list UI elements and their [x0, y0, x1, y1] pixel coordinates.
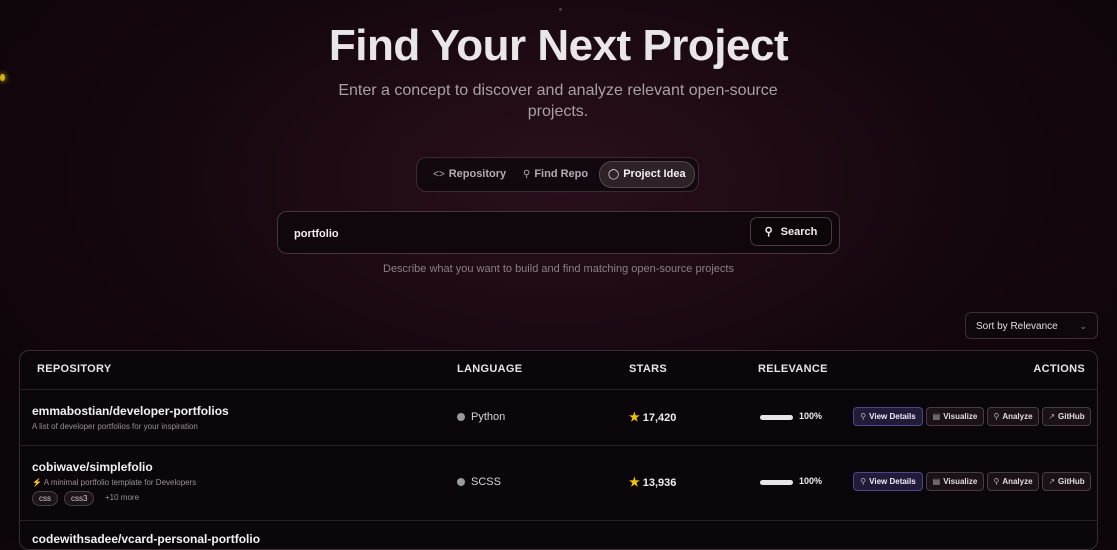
- sort-select[interactable]: Sort by Relevance ⌄: [965, 312, 1098, 339]
- search-icon: ⚲: [523, 169, 531, 180]
- more-tags[interactable]: +10 more: [105, 493, 139, 502]
- search-icon: ⚲: [860, 477, 867, 486]
- action-label: Analyze: [1002, 477, 1033, 486]
- header-stars: STARS: [629, 363, 667, 375]
- visualize-button[interactable]: ▤ Visualize: [926, 407, 984, 426]
- language-dot: [457, 478, 465, 486]
- action-label: GitHub: [1058, 477, 1085, 486]
- table-row: emmabostian/developer-portfolios A list …: [20, 390, 1097, 445]
- table-row: cobiwave/simplefolio ⚡️ A minimal portfo…: [20, 446, 1097, 520]
- view-details-button[interactable]: ⚲ View Details: [853, 407, 923, 426]
- header-repository: REPOSITORY: [37, 363, 112, 375]
- lightbulb-icon: ◯: [608, 169, 620, 180]
- language-dot: [457, 413, 465, 421]
- star-icon: ★: [629, 410, 640, 424]
- decorative-dot: [559, 8, 562, 11]
- github-button[interactable]: ↗ GitHub: [1042, 407, 1091, 426]
- action-label: View Details: [869, 477, 916, 486]
- star-icon: ★: [629, 475, 640, 489]
- repo-language: Python: [457, 411, 505, 423]
- tab-find-repo[interactable]: ⚲ Find Repo: [515, 162, 596, 187]
- language-label: Python: [471, 411, 506, 423]
- repo-stars: ★ 17,420: [629, 410, 676, 424]
- search-input[interactable]: [292, 220, 736, 247]
- header-relevance: RELEVANCE: [758, 363, 828, 375]
- analyze-button[interactable]: ⚲ Analyze: [987, 472, 1039, 491]
- stars-value: 13,936: [642, 477, 677, 489]
- search-hint: Describe what you want to build and find…: [383, 263, 734, 275]
- action-label: Visualize: [943, 412, 978, 421]
- header-actions: ACTIONS: [1033, 363, 1085, 375]
- page-title: Find Your Next Project: [328, 21, 789, 70]
- header-language: LANGUAGE: [457, 363, 523, 375]
- topic-tag[interactable]: css: [32, 491, 58, 506]
- repo-name[interactable]: emmabostian/developer-portfolios: [32, 404, 229, 418]
- search-icon: ⚲: [764, 226, 773, 238]
- language-label: SCSS: [471, 476, 501, 488]
- relevance-bar: [760, 415, 793, 420]
- tab-repository[interactable]: <> Repository: [425, 162, 514, 187]
- relevance-bar: [760, 480, 793, 485]
- github-button[interactable]: ↗ GitHub: [1042, 472, 1091, 491]
- code-icon: <>: [433, 169, 445, 180]
- search-icon: ⚲: [993, 412, 1000, 421]
- search-button-label: Search: [780, 226, 818, 238]
- view-details-button[interactable]: ⚲ View Details: [853, 472, 923, 491]
- sort-label: Sort by Relevance: [976, 321, 1058, 332]
- search-icon: ⚲: [860, 412, 867, 421]
- external-link-icon: ↗: [1048, 412, 1056, 421]
- tab-label: Repository: [448, 168, 507, 180]
- external-link-icon: ↗: [1048, 477, 1056, 486]
- search-button[interactable]: ⚲ Search: [750, 217, 832, 246]
- relevance-fill: [760, 415, 793, 420]
- topic-tag[interactable]: css3: [64, 491, 95, 506]
- repo-language: SCSS: [457, 476, 501, 488]
- stars-value: 17,420: [642, 412, 677, 424]
- bar-chart-icon: ▤: [932, 412, 941, 421]
- chevron-down-icon: ⌄: [1079, 321, 1087, 331]
- tab-label: Project Idea: [623, 168, 686, 180]
- visualize-button[interactable]: ▤ Visualize: [926, 472, 984, 491]
- repo-name[interactable]: cobiwave/simplefolio: [32, 460, 153, 474]
- analyze-button[interactable]: ⚲ Analyze: [987, 407, 1039, 426]
- table-row: codewithsadee/vcard-personal-portfolio: [20, 521, 1097, 549]
- search-icon: ⚲: [993, 477, 1000, 486]
- relevance-percent: 100%: [799, 411, 823, 421]
- mode-tabs: <> Repository ⚲ Find Repo ◯ Project Idea: [416, 157, 699, 192]
- results-table: REPOSITORY LANGUAGE STARS RELEVANCE ACTI…: [19, 350, 1098, 550]
- bar-chart-icon: ▤: [932, 477, 941, 486]
- search-box: ⚲ Search: [277, 211, 840, 254]
- repo-description: ⚡️ A minimal portfolio template for Deve…: [32, 478, 197, 487]
- page-subtitle: Enter a concept to discover and analyze …: [338, 82, 778, 120]
- repo-name[interactable]: codewithsadee/vcard-personal-portfolio: [32, 532, 260, 546]
- action-label: Analyze: [1002, 412, 1033, 421]
- action-label: GitHub: [1058, 412, 1085, 421]
- repo-description: A list of developer portfolios for your …: [32, 422, 198, 431]
- relevance-fill: [760, 480, 793, 485]
- relevance-percent: 100%: [799, 476, 823, 486]
- repo-stars: ★ 13,936: [629, 475, 676, 489]
- tab-label: Find Repo: [534, 168, 589, 180]
- glow-dot: [0, 74, 5, 81]
- tab-project-idea[interactable]: ◯ Project Idea: [599, 161, 695, 188]
- action-label: Visualize: [943, 477, 978, 486]
- action-label: View Details: [869, 412, 916, 421]
